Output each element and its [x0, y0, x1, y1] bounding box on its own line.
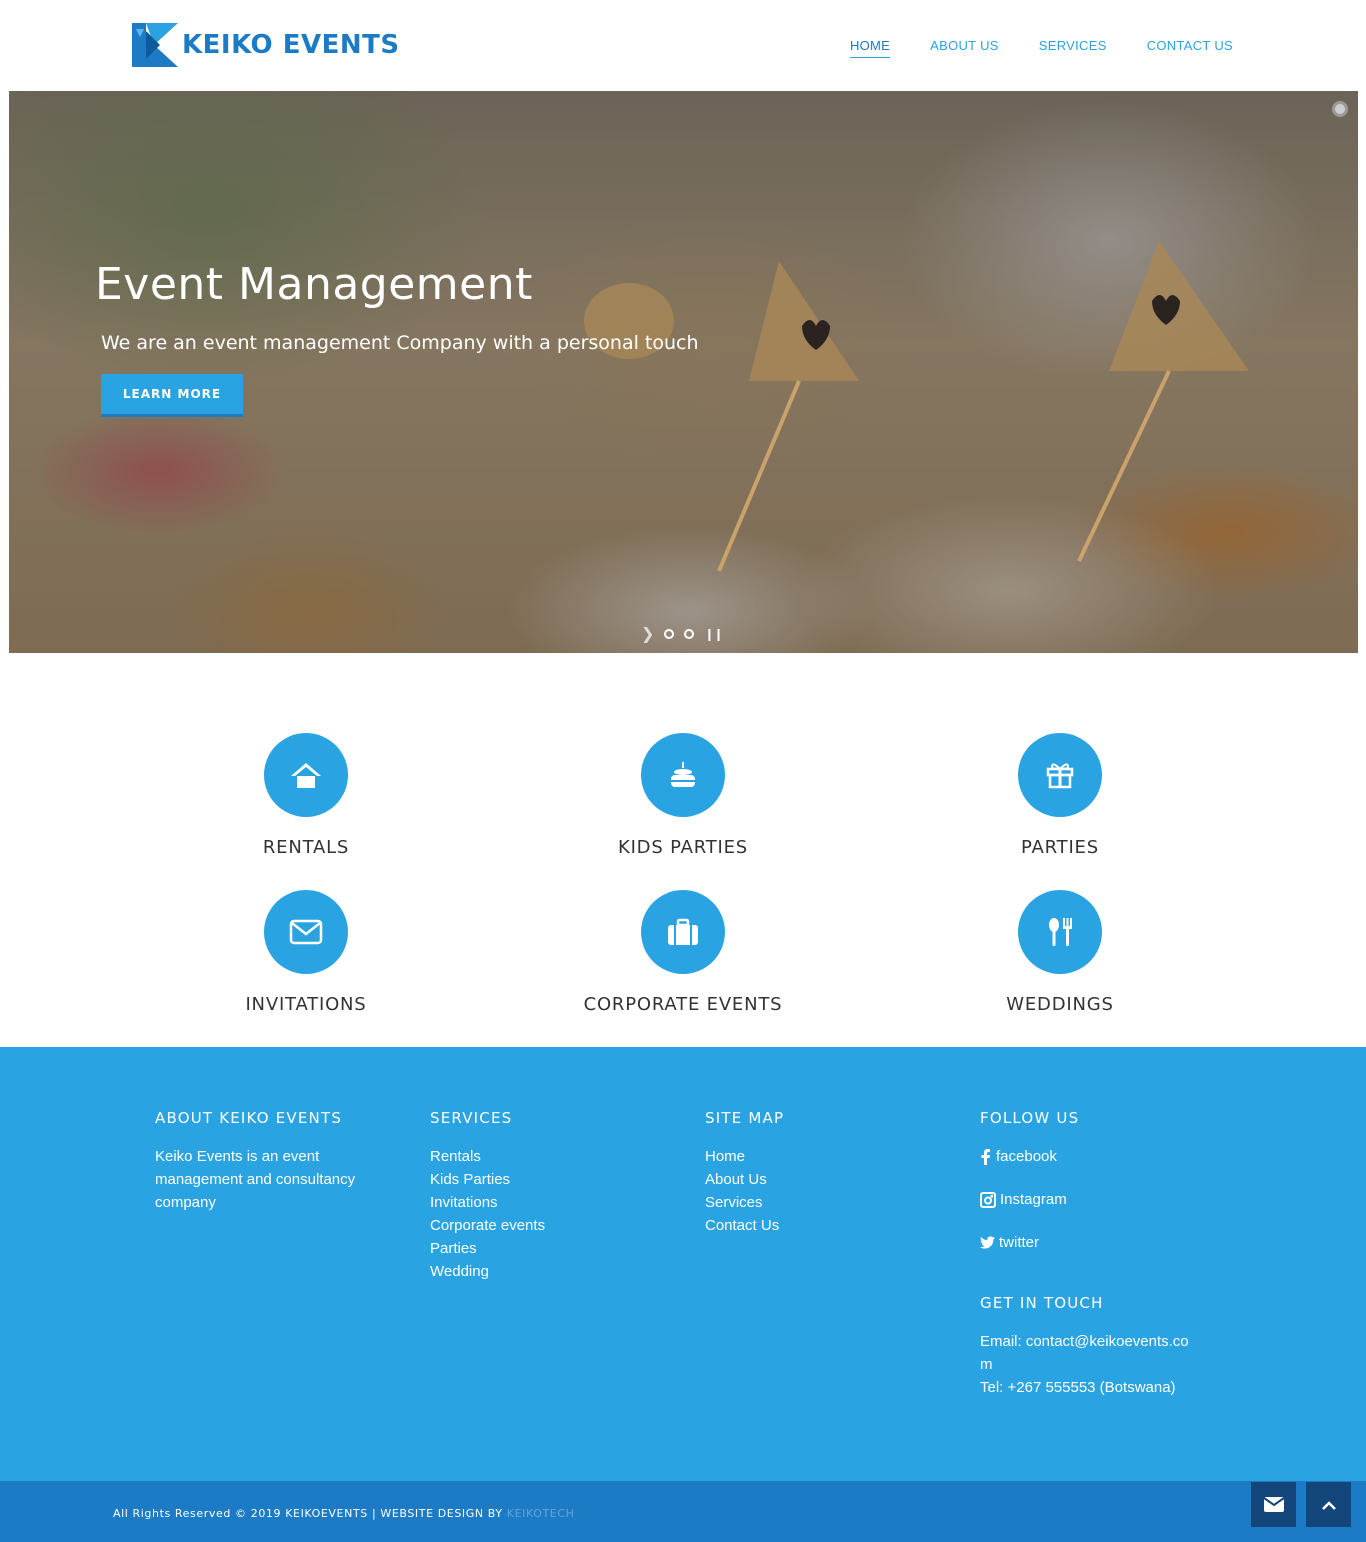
gift-icon — [1046, 763, 1074, 789]
instagram-icon — [980, 1191, 996, 1208]
footer-sitemap-heading: SITE MAP — [705, 1109, 785, 1127]
footer-link-kids-parties[interactable]: Kids Parties — [430, 1168, 545, 1191]
service-label: RENTALS — [262, 837, 350, 858]
footer-about-heading: ABOUT KEIKO EVENTS — [155, 1109, 343, 1127]
service-label: CORPORATE EVENTS — [583, 994, 783, 1015]
logo-mark-icon — [132, 23, 178, 67]
footer-link-contact-us[interactable]: Contact Us — [705, 1214, 784, 1237]
footer-link-invitations[interactable]: Invitations — [430, 1191, 545, 1214]
scroll-top-button[interactable] — [1306, 1482, 1351, 1527]
main-nav: HOME ABOUT US SERVICES CONTACT US — [849, 38, 1233, 58]
house-icon — [291, 763, 321, 788]
slider-dot-1[interactable] — [664, 629, 675, 639]
logo[interactable]: KEIKO EVENTS — [132, 22, 400, 68]
footer-link-services[interactable]: Services — [705, 1191, 784, 1214]
footer-link-about-us[interactable]: About Us — [705, 1168, 784, 1191]
nav-home[interactable]: HOME — [849, 38, 891, 58]
service-weddings[interactable]: WEDDINGS — [910, 890, 1210, 1015]
footer-follow-heading: FOLLOW US — [980, 1109, 1080, 1127]
footer-link-parties[interactable]: Parties — [430, 1237, 545, 1260]
slider-next-icon[interactable]: ❯ — [641, 624, 654, 644]
cutlery-icon — [1049, 918, 1072, 946]
designer-link[interactable]: KEIKOTECH — [507, 1507, 575, 1520]
facebook-icon — [981, 1148, 990, 1165]
footer-services: SERVICES Rentals Kids Parties Invitation… — [430, 1109, 545, 1283]
service-label: PARTIES — [1021, 837, 1099, 858]
footer-contact-email[interactable]: Email: contact@keikoevents.co — [980, 1330, 1210, 1353]
service-label: KIDS PARTIES — [617, 837, 749, 858]
footer-contact-heading: GET IN TOUCH — [980, 1294, 1104, 1312]
service-invitations[interactable]: INVITATIONS — [156, 890, 456, 1015]
footer-about-text: Keiko Events is an event management and … — [155, 1148, 356, 1211]
social-twitter[interactable]: twitter — [980, 1231, 1210, 1254]
envelope-icon — [289, 919, 323, 945]
footer-link-rentals[interactable]: Rentals — [430, 1145, 545, 1168]
service-label: WEDDINGS — [1006, 994, 1114, 1015]
twitter-icon — [980, 1236, 995, 1249]
briefcase-icon — [668, 918, 698, 945]
nav-contact-us[interactable]: CONTACT US — [1147, 38, 1233, 58]
footer-contact-email-cont[interactable]: m — [980, 1353, 1210, 1376]
site-footer: ABOUT KEIKO EVENTS Keiko Events is an ev… — [0, 1047, 1366, 1481]
service-kids-parties[interactable]: KIDS PARTIES — [533, 733, 833, 858]
footer-contact-tel: Tel: +267 555553 (Botswana) — [980, 1379, 1176, 1396]
service-icon-circle — [641, 733, 725, 817]
social-facebook[interactable]: facebook — [980, 1145, 1210, 1168]
service-icon-circle — [264, 733, 348, 817]
chevron-up-icon — [1321, 1500, 1336, 1510]
slider-dot-2[interactable] — [684, 629, 695, 639]
nav-services[interactable]: SERVICES — [1039, 38, 1107, 58]
nav-about-us[interactable]: ABOUT US — [930, 38, 999, 58]
social-instagram[interactable]: Instagram — [980, 1188, 1210, 1211]
hero-content: Event Management We are an event managem… — [95, 259, 699, 417]
cake-icon — [671, 762, 695, 787]
service-rentals[interactable]: RENTALS — [156, 733, 456, 858]
social-instagram-label: Instagram — [1000, 1191, 1067, 1208]
footer-services-heading: SERVICES — [430, 1109, 513, 1127]
learn-more-button[interactable]: LEARN MORE — [101, 374, 243, 417]
contact-mail-button[interactable] — [1251, 1482, 1296, 1527]
slider-controls: ❯ ❙❙ — [641, 624, 724, 644]
footer-link-wedding[interactable]: Wedding — [430, 1260, 545, 1283]
hero-title: Event Management — [95, 259, 533, 310]
hero-subtitle: We are an event management Company with … — [101, 332, 699, 354]
site-header: KEIKO EVENTS HOME ABOUT US SERVICES CONT… — [0, 0, 1366, 91]
footer-bottom-bar: All Rights Reserved © 2019 KEIKOEVENTS |… — [0, 1481, 1366, 1542]
footer-link-corporate-events[interactable]: Corporate events — [430, 1214, 545, 1237]
logo-text: KEIKO EVENTS — [182, 30, 400, 60]
service-label: INVITATIONS — [245, 994, 367, 1015]
service-icon-circle — [641, 890, 725, 974]
copyright: All Rights Reserved © 2019 KEIKOEVENTS |… — [113, 1507, 574, 1520]
service-icon-circle — [264, 890, 348, 974]
social-twitter-label: twitter — [999, 1234, 1040, 1251]
footer-about: ABOUT KEIKO EVENTS Keiko Events is an ev… — [155, 1109, 390, 1214]
envelope-icon — [1263, 1497, 1284, 1512]
social-facebook-label: facebook — [996, 1148, 1057, 1165]
footer-sitemap: SITE MAP Home About Us Services Contact … — [705, 1109, 784, 1237]
service-icon-circle — [1018, 733, 1102, 817]
hero-slider: Event Management We are an event managem… — [9, 91, 1358, 653]
footer-link-home[interactable]: Home — [705, 1145, 784, 1168]
footer-follow: FOLLOW US facebook Instagram twitter GET… — [980, 1109, 1210, 1399]
slider-pause-icon[interactable]: ❙❙ — [704, 627, 723, 641]
service-corporate-events[interactable]: CORPORATE EVENTS — [533, 890, 833, 1015]
copyright-text: All Rights Reserved © 2019 KEIKOEVENTS |… — [113, 1507, 507, 1520]
service-icon-circle — [1018, 890, 1102, 974]
slider-indicator-dot[interactable] — [1332, 101, 1348, 117]
service-parties[interactable]: PARTIES — [910, 733, 1210, 858]
